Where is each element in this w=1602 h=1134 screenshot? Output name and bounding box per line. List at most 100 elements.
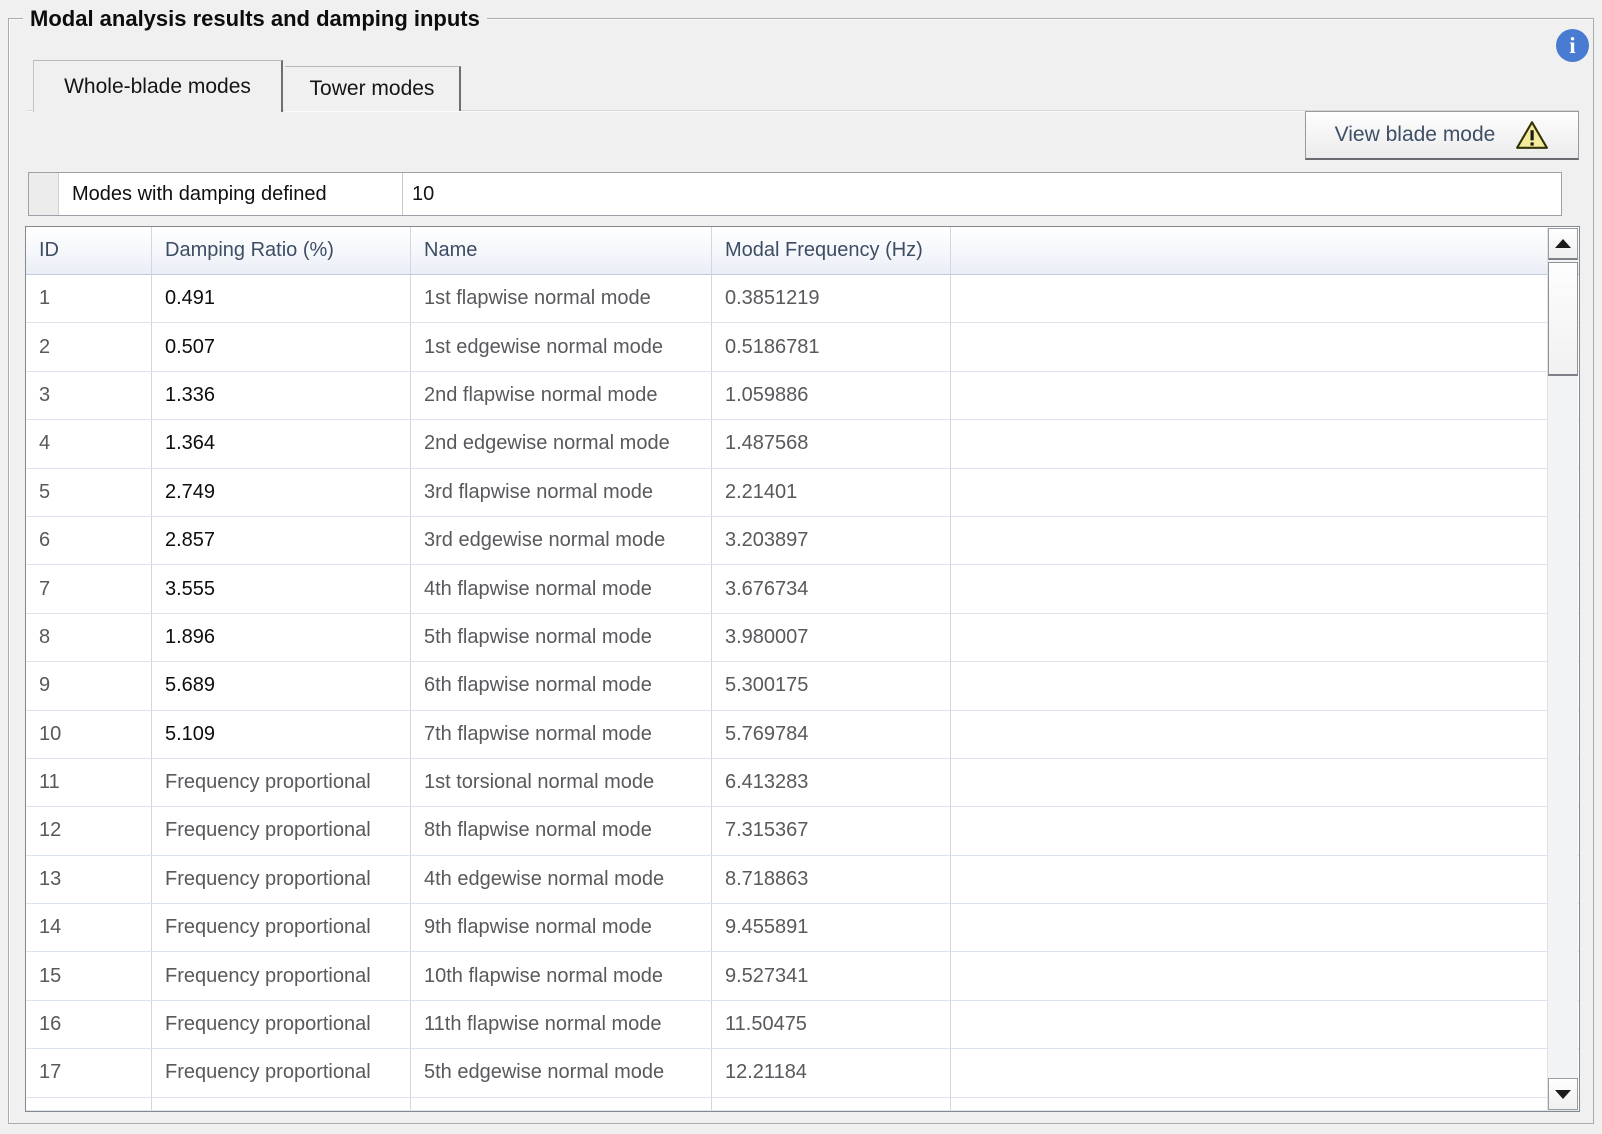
- cell-filler: [951, 420, 1579, 467]
- cell-name: 1st flapwise normal mode: [411, 275, 712, 322]
- cell-id: 2: [26, 323, 152, 370]
- cell-filler: [951, 1001, 1579, 1048]
- cell-damping[interactable]: Frequency proportional: [152, 1001, 411, 1048]
- cell-damping[interactable]: 1.364: [152, 420, 411, 467]
- cell-filler: [951, 565, 1579, 612]
- grid-body: 1 0.491 1st flapwise normal mode 0.38512…: [26, 275, 1579, 1098]
- cell-freq: 9.527341: [712, 952, 951, 999]
- cell-id: 14: [26, 904, 152, 951]
- table-row[interactable]: 2 0.507 1st edgewise normal mode 0.51867…: [26, 323, 1579, 371]
- property-row-header: [29, 173, 59, 215]
- table-row[interactable]: 4 1.364 2nd edgewise normal mode 1.48756…: [26, 420, 1579, 468]
- cell-filler: [951, 1049, 1579, 1096]
- table-row[interactable]: 8 1.896 5th flapwise normal mode 3.98000…: [26, 614, 1579, 662]
- cell-id: 5: [26, 469, 152, 516]
- table-row[interactable]: 1 0.491 1st flapwise normal mode 0.38512…: [26, 275, 1579, 323]
- table-row[interactable]: 17 Frequency proportional 5th edgewise n…: [26, 1049, 1579, 1097]
- cell-freq: 9.455891: [712, 904, 951, 951]
- table-row-partial: [26, 1098, 1579, 1111]
- modes-with-damping-label: Modes with damping defined: [59, 173, 403, 215]
- cell-id: 8: [26, 614, 152, 661]
- cell-damping[interactable]: Frequency proportional: [152, 807, 411, 854]
- table-row[interactable]: 16 Frequency proportional 11th flapwise …: [26, 1001, 1579, 1049]
- cell-damping[interactable]: Frequency proportional: [152, 759, 411, 806]
- cell-id: 11: [26, 759, 152, 806]
- cell-id: 9: [26, 662, 152, 709]
- cell-freq: 12.21184: [712, 1049, 951, 1096]
- table-row[interactable]: 9 5.689 6th flapwise normal mode 5.30017…: [26, 662, 1579, 710]
- scrollbar-thumb[interactable]: [1548, 262, 1578, 376]
- scroll-down-button[interactable]: [1548, 1078, 1578, 1110]
- cell-filler: [951, 372, 1579, 419]
- cell-name: 6th flapwise normal mode: [411, 662, 712, 709]
- cell-id: 7: [26, 565, 152, 612]
- cell-name: 9th flapwise normal mode: [411, 904, 712, 951]
- cell-damping[interactable]: 0.491: [152, 275, 411, 322]
- table-row[interactable]: 5 2.749 3rd flapwise normal mode 2.21401: [26, 469, 1579, 517]
- cell-name: 7th flapwise normal mode: [411, 711, 712, 758]
- modal-analysis-groupbox: Modal analysis results and damping input…: [8, 18, 1594, 1124]
- column-header-name: Name: [411, 227, 712, 274]
- cell-filler: [951, 904, 1579, 951]
- cell-damping[interactable]: 1.896: [152, 614, 411, 661]
- cell-freq: 3.980007: [712, 614, 951, 661]
- cell-filler: [951, 469, 1579, 516]
- cell-damping[interactable]: Frequency proportional: [152, 1049, 411, 1096]
- tab-tower-modes[interactable]: Tower modes: [285, 66, 461, 111]
- cell-damping[interactable]: 3.555: [152, 565, 411, 612]
- cell-name: 2nd edgewise normal mode: [411, 420, 712, 467]
- table-row[interactable]: 6 2.857 3rd edgewise normal mode 3.20389…: [26, 517, 1579, 565]
- cell-freq: 3.203897: [712, 517, 951, 564]
- cell-damping[interactable]: Frequency proportional: [152, 904, 411, 951]
- view-blade-mode-button[interactable]: View blade mode: [1305, 111, 1579, 160]
- cell-filler: [951, 517, 1579, 564]
- warning-icon: [1515, 120, 1549, 150]
- column-header-freq: Modal Frequency (Hz): [712, 227, 951, 274]
- cell-damping[interactable]: 0.507: [152, 323, 411, 370]
- modes-table-header: ID Damping Ratio (%) Name Modal Frequenc…: [26, 227, 1579, 275]
- cell-id: 4: [26, 420, 152, 467]
- cell-id: 3: [26, 372, 152, 419]
- table-row[interactable]: 3 1.336 2nd flapwise normal mode 1.05988…: [26, 372, 1579, 420]
- view-blade-mode-label: View blade mode: [1335, 123, 1496, 147]
- cell-damping[interactable]: Frequency proportional: [152, 952, 411, 999]
- tab-whole-blade-modes[interactable]: Whole-blade modes: [33, 60, 283, 112]
- cell-freq: 6.413283: [712, 759, 951, 806]
- cell-name: 4th edgewise normal mode: [411, 856, 712, 903]
- table-row[interactable]: 7 3.555 4th flapwise normal mode 3.67673…: [26, 565, 1579, 613]
- column-header-id: ID: [26, 227, 152, 274]
- cell-id: 15: [26, 952, 152, 999]
- cell-filler: [951, 275, 1579, 322]
- cell-id: 10: [26, 711, 152, 758]
- cell-filler: [951, 807, 1579, 854]
- cell-damping[interactable]: Frequency proportional: [152, 856, 411, 903]
- cell-name: 5th edgewise normal mode: [411, 1049, 712, 1096]
- cell-damping[interactable]: 5.109: [152, 711, 411, 758]
- cell-freq: 1.059886: [712, 372, 951, 419]
- cell-id: 1: [26, 275, 152, 322]
- table-row[interactable]: 11 Frequency proportional 1st torsional …: [26, 759, 1579, 807]
- cell-name: 3rd flapwise normal mode: [411, 469, 712, 516]
- cell-name: 3rd edgewise normal mode: [411, 517, 712, 564]
- cell-damping[interactable]: 2.857: [152, 517, 411, 564]
- cell-damping[interactable]: 1.336: [152, 372, 411, 419]
- cell-damping[interactable]: 2.749: [152, 469, 411, 516]
- table-row[interactable]: 14 Frequency proportional 9th flapwise n…: [26, 904, 1579, 952]
- table-row[interactable]: 10 5.109 7th flapwise normal mode 5.7697…: [26, 711, 1579, 759]
- table-row[interactable]: 13 Frequency proportional 4th edgewise n…: [26, 856, 1579, 904]
- column-header-filler: [951, 227, 1579, 274]
- table-row[interactable]: 15 Frequency proportional 10th flapwise …: [26, 952, 1579, 1000]
- cell-damping[interactable]: 5.689: [152, 662, 411, 709]
- info-icon[interactable]: i: [1556, 29, 1589, 62]
- cell-filler: [951, 759, 1579, 806]
- cell-filler: [951, 856, 1579, 903]
- cell-id: 12: [26, 807, 152, 854]
- scroll-up-button[interactable]: [1548, 228, 1578, 260]
- table-row[interactable]: 12 Frequency proportional 8th flapwise n…: [26, 807, 1579, 855]
- cell-filler: [951, 323, 1579, 370]
- cell-name: 2nd flapwise normal mode: [411, 372, 712, 419]
- cell-name: 1st edgewise normal mode: [411, 323, 712, 370]
- down-arrow-icon: [1555, 1090, 1571, 1099]
- vertical-scrollbar[interactable]: [1547, 228, 1578, 1110]
- modes-with-damping-value[interactable]: 10: [403, 173, 1561, 215]
